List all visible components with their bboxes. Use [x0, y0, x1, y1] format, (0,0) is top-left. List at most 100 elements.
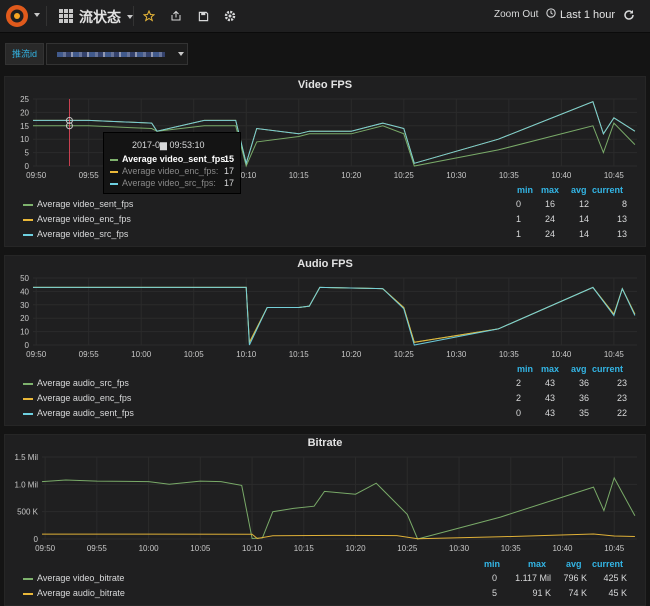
share-icon[interactable]: [166, 6, 186, 26]
audio-fps-graph[interactable]: 0 10 20 30 40 50 09:50 09:55 10:00 10:05 10:10 10:1…: [5, 256, 645, 366]
divider: [46, 6, 47, 26]
legend-current: 13: [616, 214, 627, 224]
save-icon[interactable]: [193, 6, 213, 26]
series-color-swatch: [110, 171, 118, 173]
legend-max: 43: [544, 408, 555, 418]
panel-bitrate[interactable]: Bitrate 0 500 K 1.0 Mil 1.5 Mil 09:50 09:55 10…: [4, 434, 646, 606]
x-tick-label: 10:30: [446, 171, 467, 180]
logo-menu-chevron-down-icon[interactable]: [34, 13, 40, 17]
time-range-picker[interactable]: Last 1 hour: [546, 8, 615, 21]
graph-tooltip: 2017-0▆ 09:53:10 Average video_sent_fps:…: [103, 132, 241, 194]
x-tick-label: 09:55: [79, 171, 100, 180]
legend-header-max: max: [528, 559, 547, 569]
x-tick-label: 09:50: [26, 350, 47, 359]
legend-header-current: current: [592, 185, 624, 195]
legend-series-name: Average video_sent_fps: [37, 199, 134, 209]
x-tick-label: 10:15: [289, 171, 310, 180]
legend-avg: 36: [578, 378, 589, 388]
x-tick-label: 09:50: [26, 171, 47, 180]
legend-max: 43: [544, 393, 555, 403]
series-color-swatch: [23, 578, 33, 580]
legend-item[interactable]: Average audio_enc_fps 2 43 36 23: [19, 392, 629, 406]
series-line: [33, 286, 636, 345]
legend-item[interactable]: Average video_enc_fps 1 24 14 13: [19, 213, 629, 227]
grid-icon: [59, 8, 73, 26]
zoom-out-button[interactable]: Zoom Out: [494, 9, 538, 20]
tooltip-series-value: 17: [223, 166, 234, 176]
gear-icon[interactable]: [220, 6, 240, 26]
panel-video-fps[interactable]: Video FPS 051015202509:5009:5510:0010:05…: [4, 76, 646, 247]
top-navbar: 流状态 Zoom Out Last 1 hour: [0, 0, 650, 33]
x-tick-label: 10:20: [346, 544, 367, 553]
y-tick-label: 25: [20, 95, 29, 104]
time-range-label: Last 1 hour: [560, 8, 616, 21]
legend-header-min: min: [484, 559, 501, 569]
legend-item[interactable]: Average audio_src_fps 2 43 36 23: [19, 377, 629, 391]
x-tick-label: 10:25: [394, 171, 415, 180]
legend-header-avg: avg: [566, 559, 582, 569]
y-tick-label: 10: [20, 328, 29, 337]
video-fps-graph[interactable]: 051015202509:5009:5510:0010:0510:1010:15…: [5, 77, 645, 187]
legend-avg: 35: [578, 408, 589, 418]
y-tick-label: 1.0 Mil: [14, 480, 38, 489]
grafana-logo[interactable]: [4, 3, 30, 29]
legend-series-name: Average video_bitrate: [37, 573, 125, 583]
legend-series-name: Average audio_src_fps: [37, 378, 129, 388]
legend-current: 45 K: [608, 588, 627, 598]
star-icon[interactable]: [139, 6, 159, 26]
legend-max: 16: [544, 199, 555, 209]
legend-series-name: Average video_enc_fps: [37, 214, 131, 224]
series-color-swatch: [23, 234, 33, 236]
series-line: [33, 286, 636, 345]
legend-avg: 12: [578, 199, 589, 209]
x-tick-label: 10:10: [242, 544, 263, 553]
series-color-swatch: [23, 593, 33, 595]
legend-item[interactable]: Average video_sent_fps 0 16 12 8: [19, 198, 629, 212]
variable-stream-id-select[interactable]: [46, 43, 188, 65]
y-tick-label: 15: [20, 122, 29, 131]
refresh-icon[interactable]: [619, 5, 639, 25]
legend-max: 24: [544, 214, 555, 224]
series-color-swatch: [23, 204, 33, 206]
dashboard-title: 流状态: [79, 9, 121, 25]
legend-min: 1: [515, 229, 521, 239]
legend-item[interactable]: Average audio_bitrate 5 91 K 74 K 45 K: [19, 587, 629, 601]
legend-min: 2: [515, 378, 521, 388]
x-tick-label: 10:00: [131, 350, 152, 359]
series-color-swatch: [110, 183, 118, 185]
redacted-value: [57, 52, 165, 57]
x-tick-label: 10:20: [341, 171, 362, 180]
series-color-swatch: [110, 159, 118, 161]
x-tick-label: 10:15: [289, 350, 310, 359]
panel-audio-fps[interactable]: Audio FPS 0 10 20 30 40 50 09:50 09:55 10:00 10:0…: [4, 255, 646, 426]
x-tick-label: 10:25: [397, 544, 418, 553]
tooltip-series-name: Average video_sent_fps:: [122, 154, 229, 164]
legend-min: 2: [515, 393, 521, 403]
legend-avg: 14: [578, 214, 589, 224]
variable-label: 推流id: [5, 43, 45, 65]
x-tick-label: 10:35: [499, 171, 520, 180]
legend-item[interactable]: Average video_src_fps 1 24 14 13: [19, 228, 629, 242]
legend-series-name: Average video_src_fps: [37, 229, 129, 239]
x-tick-label: 10:15: [294, 544, 315, 553]
x-tick-label: 09:55: [79, 350, 100, 359]
legend-current: 13: [616, 229, 627, 239]
tooltip-row: Average video_sent_fps: 15: [110, 154, 236, 166]
legend-item[interactable]: Average video_bitrate 0 1.117 Mil 796 K …: [19, 572, 629, 586]
bitrate-graph[interactable]: 0 500 K 1.0 Mil 1.5 Mil 09:50 09:55 10:00 10:05…: [5, 435, 645, 559]
dashboard-picker[interactable]: 流状态: [59, 7, 133, 27]
x-tick-label: 10:40: [551, 350, 572, 359]
chevron-down-icon: [178, 52, 184, 56]
divider: [133, 6, 134, 26]
legend-avg: 36: [578, 393, 589, 403]
x-tick-label: 10:30: [446, 350, 467, 359]
legend-series-name: Average audio_bitrate: [37, 588, 125, 598]
legend-avg: 796 K: [563, 573, 587, 583]
legend-item[interactable]: Average audio_sent_fps 0 43 35 22: [19, 407, 629, 421]
x-tick-label: 10:05: [184, 350, 205, 359]
x-tick-label: 10:45: [604, 171, 625, 180]
series-color-swatch: [23, 398, 33, 400]
y-tick-label: 20: [20, 314, 29, 323]
legend-avg: 74 K: [568, 588, 587, 598]
x-tick-label: 10:10: [236, 350, 257, 359]
